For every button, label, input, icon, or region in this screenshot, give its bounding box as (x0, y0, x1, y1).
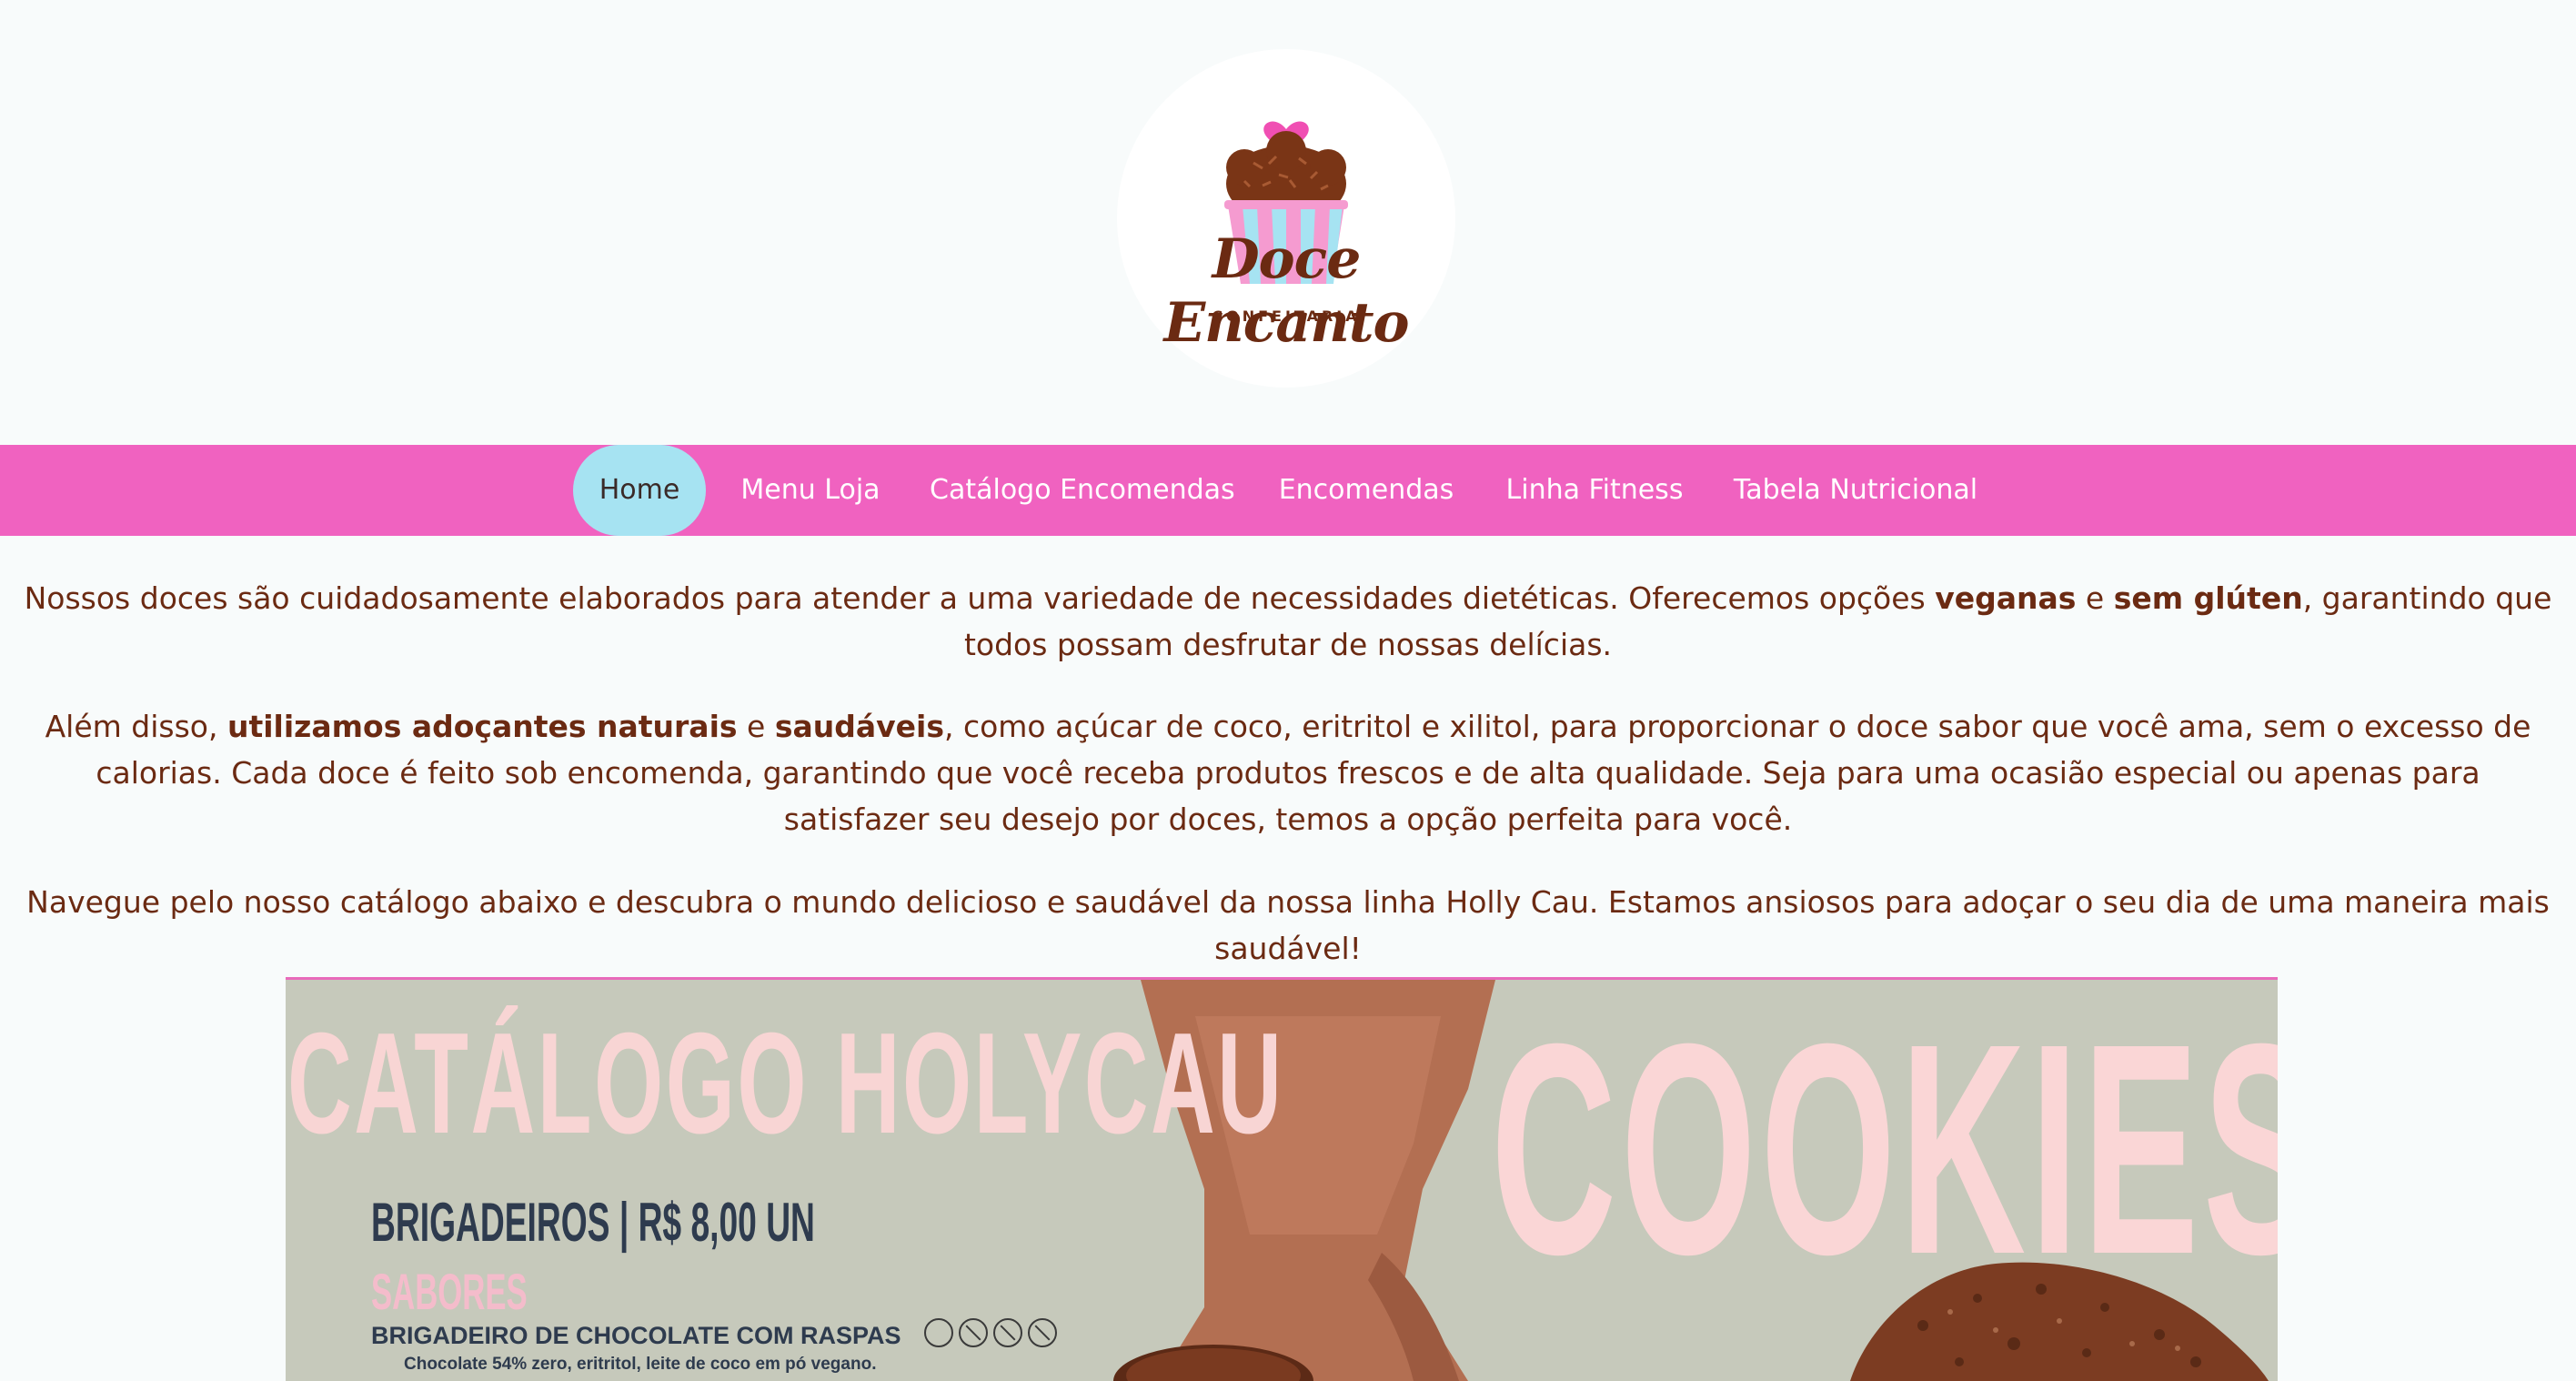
brand-name: Doce Encanto (1163, 227, 1409, 355)
intro-p1-bold-sem-gluten: sem glúten (2113, 580, 2303, 616)
vegan-leaf-icon (924, 1318, 953, 1347)
catalog-image: CATÁLOGO HOLYCAU COOKIES BRIGADEIROS | R… (286, 977, 2278, 1381)
nav-item-tabela-nutricional[interactable]: Tabela Nutricional (1730, 445, 1981, 536)
nav-item-linha-fitness[interactable]: Linha Fitness (1501, 445, 1688, 536)
intro-p1-text-1: Nossos doces são cuidadosamente elaborad… (24, 580, 1936, 616)
nav-item-catalogo-encomendas[interactable]: Catálogo Encomendas (930, 445, 1235, 536)
catalog-flavor-description: Chocolate 54% zero, eritritol, leite de … (404, 1355, 877, 1374)
nav-item-menu-loja[interactable]: Menu Loja (724, 445, 897, 536)
intro-paragraph-3: Navegue pelo nosso catálogo abaixo e des… (26, 884, 2550, 966)
intro-p1-bold-veganas: veganas (1935, 580, 2077, 616)
catalog-flavor-name: BRIGADEIRO DE CHOCOLATE COM RASPAS (371, 1322, 901, 1349)
lactose-free-icon (993, 1318, 1022, 1347)
diet-icons (924, 1318, 1062, 1355)
intro-p1-text-2: e (2076, 580, 2114, 616)
intro-p2-bold-saudaveis: saudáveis (774, 709, 944, 744)
intro-paragraph-1: Nossos doces são cuidadosamente elaborad… (22, 575, 2554, 668)
catalog-price-line: BRIGADEIROS | R$ 8,00 UN (371, 1192, 815, 1253)
catalog-title: CATÁLOGO HOLYCAU (287, 1003, 1284, 1164)
nav-item-encomendas[interactable]: Encomendas (1266, 445, 1466, 536)
intro-p2-text-1: Além disso, (45, 709, 227, 744)
intro-p2-text-2: e (737, 709, 775, 744)
intro-paragraph-2: Além disso, utilizamos adoçantes naturai… (22, 703, 2554, 842)
site-logo[interactable]: Doce Encanto CONFEITARIA (1117, 49, 1455, 388)
catalog-cookies-heading: COOKIES (1491, 981, 2278, 1316)
nav-item-home[interactable]: Home (573, 445, 706, 536)
intro-p2-bold-adocantes: utilizamos adoçantes naturais (226, 709, 738, 744)
gluten-free-icon (959, 1318, 988, 1347)
main-nav: Home Menu Loja Catálogo Encomendas Encom… (0, 445, 2576, 536)
brand-tagline: CONFEITARIA (1212, 307, 1361, 325)
catalog-flavors-heading: SABORES (371, 1263, 528, 1320)
sugar-free-icon (1028, 1318, 1057, 1347)
